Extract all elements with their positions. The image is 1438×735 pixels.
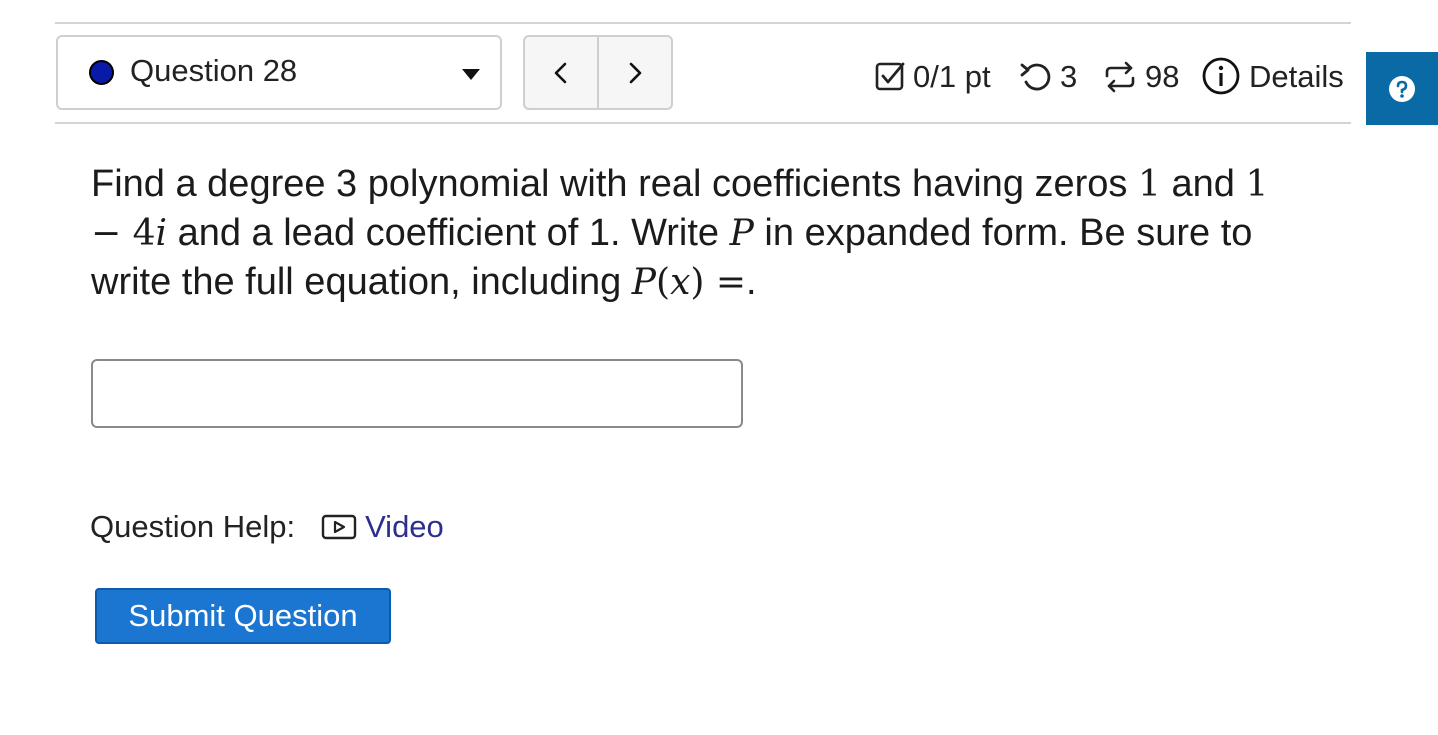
question-prompt: Find a degree 3 polynomial with real coe…: [91, 160, 1291, 307]
score-text: 0/1 pt: [913, 59, 991, 94]
video-help-link[interactable]: Video: [321, 509, 444, 545]
prompt-text: and: [1160, 163, 1246, 205]
tries-count: 3: [1060, 59, 1078, 94]
zero-one: 1: [1138, 164, 1161, 205]
help-chat-icon: [1389, 75, 1415, 102]
score-indicator: 0/1 pt: [873, 55, 991, 99]
info-icon: [1201, 56, 1243, 98]
prompt-text: .: [746, 261, 757, 303]
versions-count: 98: [1145, 59, 1180, 94]
tries-indicator: 3: [1018, 55, 1077, 99]
caret-down-icon: [462, 69, 480, 80]
video-link-label: Video: [365, 509, 444, 544]
video-icon: [321, 514, 357, 540]
prompt-text: and a lead coefficient of 1. Write: [167, 212, 730, 254]
variable-p: P: [729, 213, 754, 254]
help-widget-button[interactable]: [1366, 52, 1438, 125]
previous-question-button[interactable]: [525, 37, 597, 108]
question-nav: [523, 35, 673, 110]
answer-input[interactable]: [91, 359, 743, 428]
checkbox-icon: [873, 60, 907, 94]
retry-icon: [1018, 60, 1054, 94]
details-label: Details: [1249, 59, 1344, 94]
header-divider: [55, 122, 1351, 124]
zero-complex-i: i: [155, 213, 168, 254]
expression-p-of-x: P(x) =: [631, 262, 747, 303]
versions-indicator: 98: [1101, 55, 1179, 99]
question-status-dot: [89, 60, 114, 85]
repeat-icon: [1101, 60, 1139, 94]
details-button[interactable]: Details: [1201, 55, 1344, 99]
chevron-left-icon: [554, 62, 567, 83]
question-select[interactable]: Question 28: [56, 35, 502, 110]
next-question-button[interactable]: [597, 37, 671, 108]
question-label: Question 28: [130, 53, 298, 88]
top-divider: [55, 22, 1351, 24]
question-help-label: Question Help:: [90, 509, 296, 544]
question-help: Question Help: Video: [90, 505, 444, 549]
chevron-right-icon: [629, 62, 642, 83]
submit-question-button[interactable]: Submit Question: [95, 588, 391, 644]
prompt-text: Find a degree 3 polynomial with real coe…: [91, 163, 1138, 205]
